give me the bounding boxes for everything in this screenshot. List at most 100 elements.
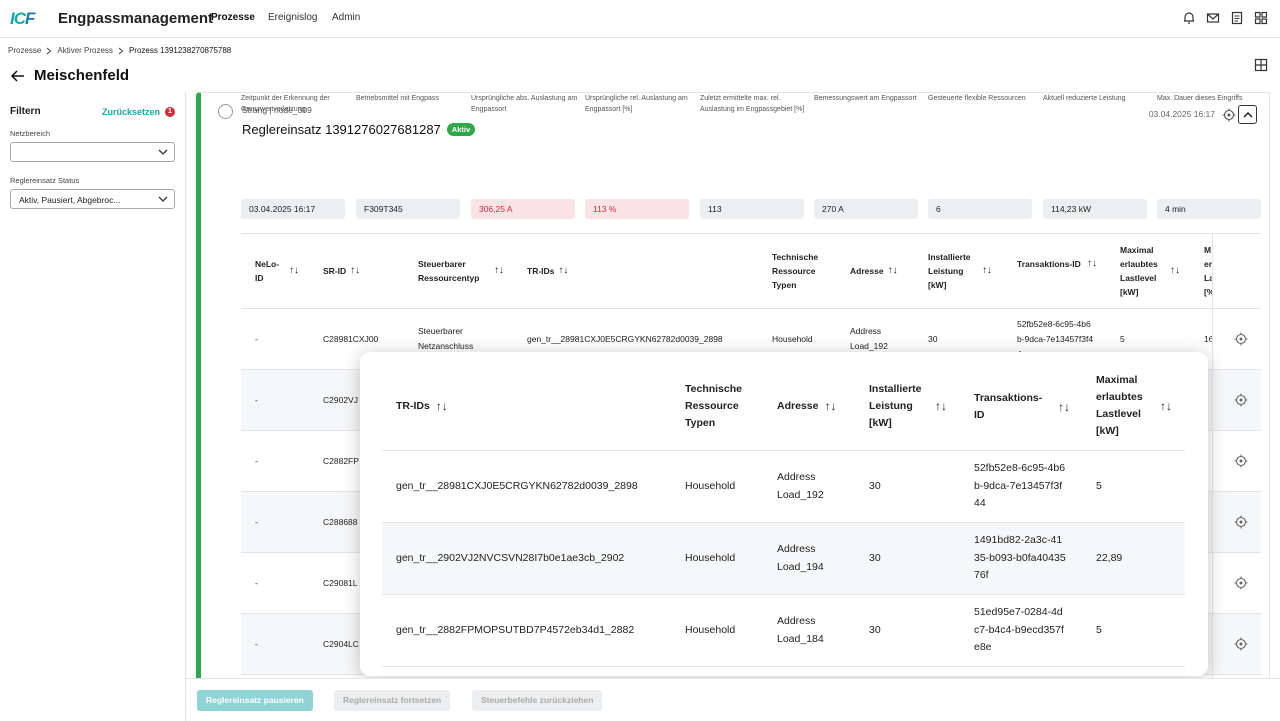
document-icon[interactable] <box>1230 11 1244 25</box>
sort-icon[interactable]: ↑↓ <box>935 398 947 415</box>
popup-cell-adresse: Address Load_192 <box>777 471 824 501</box>
popup-col-max-lastlevel[interactable]: Maximal erlaubtes Lastlevel [kW] ↑↓ <box>1096 372 1176 440</box>
status-label: Reglereinsatz Status <box>10 176 80 185</box>
withdraw-commands-button[interactable]: Steuerbefehle zurückziehen <box>472 690 603 711</box>
filter-title: Filtern <box>10 106 41 117</box>
col-installierte-leistung[interactable]: Installierte Leistung [kW] ↑↓ <box>928 250 994 292</box>
breadcrumb-aktiver-prozess[interactable]: Aktiver Prozess <box>57 46 113 55</box>
metric-label: Aktuell reduzierte Leistung <box>1043 95 1126 102</box>
status-select[interactable]: Aktiv, Pausiert, Abgebroc... <box>10 189 175 209</box>
sort-icon[interactable]: ↑↓ <box>289 264 299 278</box>
col-transaktions-id[interactable]: Transaktions-ID ↑↓ <box>1017 257 1097 271</box>
metric-label: Zuletzt ermittelte max. rel. Auslastung … <box>700 95 805 113</box>
cell-typ: Household <box>772 334 813 344</box>
sort-icon[interactable]: ↑↓ <box>824 398 836 415</box>
metric-value: 270 A <box>814 199 918 219</box>
filter-sidebar: Filtern Zurücksetzen 1 Netzbereich Regler… <box>0 92 186 721</box>
cell-nelo: - <box>255 517 258 527</box>
popup-col-typen: Technische Ressource Typen <box>685 383 742 429</box>
cell-nelo: - <box>255 639 258 649</box>
col-ressourcentyp[interactable]: Steuerbarer Ressourcentyp ↑↓ <box>418 257 508 285</box>
chevron-down-icon <box>158 148 168 156</box>
column-divider <box>1212 233 1213 681</box>
tr-details-popup: TR-IDs ↑↓ Technische Ressource Typen Adre… <box>360 352 1208 676</box>
breadcrumb: Prozesse Aktiver Prozess Prozess 1391238… <box>8 46 231 55</box>
locate-icon[interactable] <box>1234 393 1248 407</box>
sort-icon[interactable]: ↑↓ <box>1160 398 1172 415</box>
metric-label: Ursprüngliche rel. Auslastung am Engpass… <box>585 95 688 113</box>
sort-icon[interactable]: ↑↓ <box>1087 257 1097 271</box>
table-header: NeLo-ID ↑↓ SR-ID ↑↓ Steuerbarer Ressourcen… <box>241 233 1261 309</box>
popup-cell-adresse: Address Load_184 <box>777 615 824 645</box>
cell-max-lastlevel: 5 <box>1120 334 1125 344</box>
nav-ereignislog[interactable]: Ereignislog <box>268 12 317 23</box>
locate-icon[interactable] <box>1234 637 1248 651</box>
popup-cell-leistung: 30 <box>869 480 881 492</box>
nav-admin[interactable]: Admin <box>332 12 360 23</box>
cell-ressourcentyp: Steuerbarer Netzanschluss <box>418 326 474 351</box>
chevron-right-icon <box>118 47 124 55</box>
metric-value: 4 min <box>1157 199 1261 219</box>
breadcrumb-prozesse[interactable]: Prozesse <box>8 46 41 55</box>
logo[interactable]: ICF <box>10 9 35 29</box>
sort-icon[interactable]: ↑↓ <box>1170 264 1180 278</box>
popup-cell-transaktions-id: 51ed95e7-0284-4dc7-b4c4-b9ecd357fe8e <box>974 606 1064 653</box>
popup-cell-max-lastlevel: 5 <box>1096 480 1102 492</box>
popup-cell-typ: Household <box>685 624 736 636</box>
locate-icon[interactable] <box>1234 454 1248 468</box>
popup-cell-transaktions-id: 1491bd82-2a3c-4135-b093-b0fa4043576f <box>974 534 1066 581</box>
col-adresse[interactable]: Adresse ↑↓ <box>850 264 898 278</box>
popup-row[interactable]: gen_tr__2902VJ2NVCSVN28I7b0e1ae3cb_2902 H… <box>382 523 1185 595</box>
apps-grid-icon[interactable] <box>1254 11 1268 25</box>
sort-icon[interactable]: ↑↓ <box>558 264 568 278</box>
reset-filter-button[interactable]: Zurücksetzen <box>102 107 160 117</box>
cell-adresse: Address Load_192 <box>850 326 888 351</box>
popup-col-leistung[interactable]: Installierte Leistung [kW] ↑↓ <box>869 381 949 432</box>
chevron-right-icon <box>46 47 52 55</box>
col-max-lastlevel[interactable]: Maximal erlaubtes Lastlevel [kW] ↑↓ <box>1120 243 1184 299</box>
netzbereich-select[interactable] <box>10 142 175 162</box>
resume-button[interactable]: Reglereinsatz fortsetzen <box>334 690 451 711</box>
locate-icon[interactable] <box>1234 576 1248 590</box>
col-nelo-id[interactable]: NeLo-ID ↑↓ <box>255 257 303 285</box>
pause-button[interactable]: Reglereinsatz pausieren <box>197 690 313 711</box>
sort-icon[interactable]: ↑↓ <box>888 264 898 278</box>
sort-icon[interactable]: ↑↓ <box>982 264 992 278</box>
sort-icon[interactable]: ↑↓ <box>350 264 360 278</box>
layout-toggle-icon[interactable] <box>1254 58 1268 72</box>
sort-icon[interactable]: ↑↓ <box>1058 399 1070 416</box>
cell-truncated: 16 <box>1204 334 1212 344</box>
page-header: Meischenfeld <box>10 67 129 84</box>
cell-nelo: - <box>255 578 258 588</box>
popup-row[interactable]: gen_tr__28981CXJ0E5CRGYKN62782d0039_2898… <box>382 451 1185 523</box>
popup-col-transaktions-id[interactable]: Transaktions-ID ↑↓ <box>974 390 1074 424</box>
filter-count-badge: 1 <box>165 106 175 117</box>
select-checkbox[interactable] <box>218 104 233 119</box>
back-arrow-icon[interactable] <box>10 69 26 83</box>
breadcrumb-current: Prozess 1391238270875788 <box>128 46 232 55</box>
nav-prozesse[interactable]: Prozesse <box>211 12 255 23</box>
col-tr-ids[interactable]: TR-IDs ↑↓ <box>527 264 568 278</box>
metric-value: 306,25 A <box>471 199 575 219</box>
mail-icon[interactable] <box>1206 11 1220 25</box>
popup-cell-leistung: 30 <box>869 552 881 564</box>
popup-cell-tr-id: gen_tr__28981CXJ0E5CRGYKN62782d0039_2898 <box>396 480 638 492</box>
cell-tr-ids[interactable]: gen_tr__28981CXJ0E5CRGYKN62782d0039_2898 <box>527 332 723 347</box>
cell-sr-id: C28981CXJ00 <box>323 334 379 344</box>
popup-col-adresse[interactable]: Adresse ↑↓ <box>777 398 836 415</box>
popup-cell-tr-id: gen_tr__2882FPMOPSUTBD7P4572eb34d1_2882 <box>396 624 635 636</box>
col-truncated: M er La [% <box>1204 245 1212 297</box>
sort-icon[interactable]: ↑↓ <box>436 398 448 415</box>
locate-icon[interactable] <box>1234 332 1248 346</box>
metric-value: 114,23 kW <box>1043 199 1147 219</box>
col-sr-id[interactable]: SR-ID ↑↓ <box>323 264 360 278</box>
locate-icon[interactable] <box>1234 515 1248 529</box>
metric-label: Zeitpunkt der Erkennung der Grenzwertver… <box>241 95 330 113</box>
popup-cell-leistung: 30 <box>869 624 881 636</box>
bell-icon[interactable] <box>1182 11 1196 25</box>
chevron-down-icon <box>158 195 168 203</box>
popup-row[interactable]: gen_tr__2882FPMOPSUTBD7P4572eb34d1_2882 H… <box>382 595 1185 667</box>
sort-icon[interactable]: ↑↓ <box>494 264 504 278</box>
popup-col-tr-ids[interactable]: TR-IDs ↑↓ <box>396 398 448 415</box>
cell-leistung: 30 <box>928 334 938 344</box>
